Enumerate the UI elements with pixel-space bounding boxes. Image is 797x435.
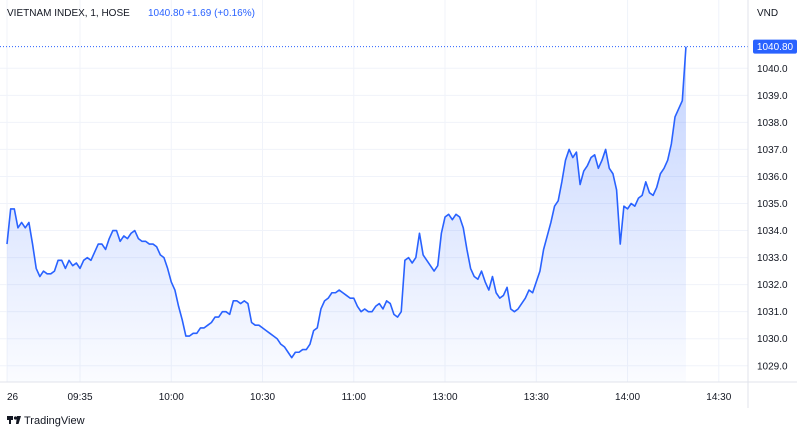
y-tick-label: 1040.0: [757, 64, 788, 75]
x-tick-label: 11:00: [342, 392, 367, 403]
y-tick-label: 1039.0: [757, 91, 788, 102]
header-last: 1040.80: [148, 8, 185, 19]
y-tick-label: 1037.0: [757, 145, 788, 156]
x-tick-label: 13:30: [524, 392, 549, 403]
x-tick-label: 13:00: [433, 392, 458, 403]
x-tick-label: 09:35: [67, 392, 92, 403]
last-price-badge-label: 1040.80: [757, 42, 794, 53]
x-tick-label: 14:00: [615, 392, 640, 403]
x-tick-label: 26: [7, 392, 19, 403]
x-tick-label: 10:30: [250, 392, 275, 403]
x-tick-label: 10:00: [159, 392, 184, 403]
price-chart: 1029.0 1030.0 1031.0 1032.0 1033.0 1034.0 1035…: [0, 0, 797, 427]
y-axis: 1029.0 1030.0 1031.0 1032.0 1033.0 1034.0 1035…: [757, 64, 788, 373]
header-change: +1.69 (+0.16%): [186, 8, 255, 19]
x-axis: 26 09:35 10:00 10:30 11:00 13:00 13:30 14:00 14:…: [7, 392, 732, 403]
y-tick-label: 1029.0: [757, 361, 788, 372]
x-tick-label: 14:30: [706, 392, 731, 403]
header-symbol: VIETNAM INDEX, 1, HOSE: [7, 8, 130, 19]
price-area: [7, 46, 686, 382]
y-tick-label: 1033.0: [757, 253, 788, 264]
y-tick-label: 1031.0: [757, 307, 788, 318]
y-tick-label: 1030.0: [757, 334, 788, 345]
currency-label: VND: [757, 8, 778, 19]
brand-label: TradingView: [24, 415, 85, 427]
y-tick-label: 1034.0: [757, 226, 788, 237]
y-tick-label: 1032.0: [757, 280, 788, 291]
chart-root: 1029.0 1030.0 1031.0 1032.0 1033.0 1034.0 1035…: [0, 0, 797, 430]
last-price-badge: 1040.80: [753, 39, 797, 54]
y-tick-label: 1035.0: [757, 199, 788, 210]
y-tick-label: 1038.0: [757, 118, 788, 129]
y-tick-label: 1036.0: [757, 172, 788, 183]
tradingview-logo-icon: [7, 416, 21, 424]
